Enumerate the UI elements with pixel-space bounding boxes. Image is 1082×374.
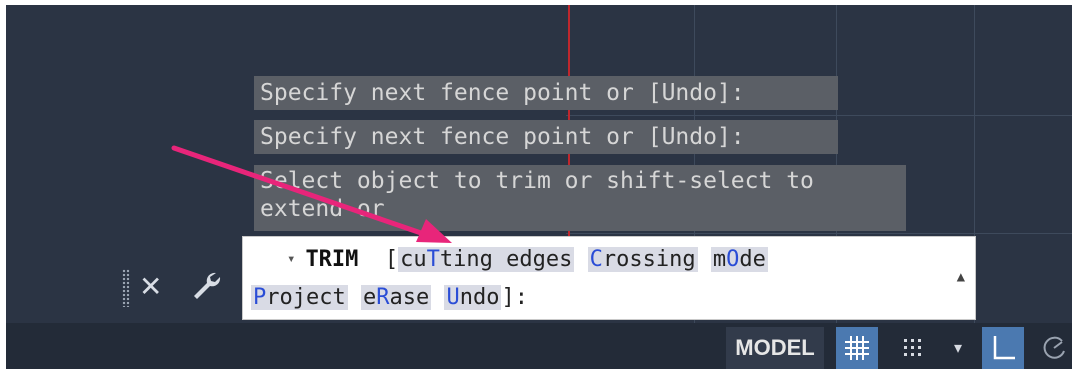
- annotation-arrow: [171, 145, 452, 243]
- autocad-window: Specify next fence point or [Undo]: Spec…: [6, 5, 1072, 369]
